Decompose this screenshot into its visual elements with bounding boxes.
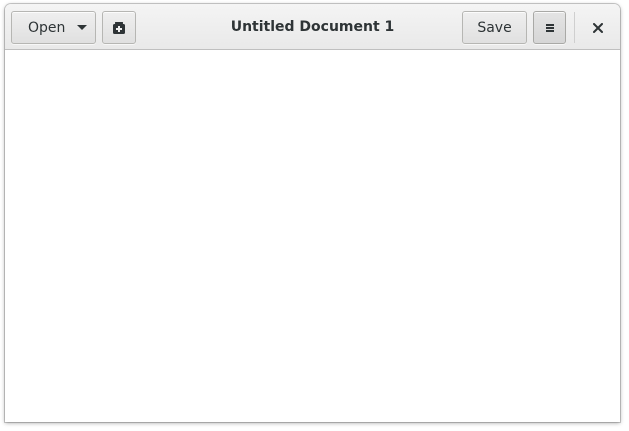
hamburger-menu-icon [545,23,554,32]
new-tab-icon [113,21,125,34]
open-button[interactable]: Open [11,11,96,44]
app-window: Open Untitled Document 1 Save [5,4,620,422]
open-button-label: Open [28,19,66,36]
header-separator [574,12,575,43]
close-button[interactable] [582,11,613,44]
new-document-button[interactable] [102,11,136,44]
chevron-down-icon [77,25,88,30]
menu-button[interactable] [533,11,566,44]
text-editor-area[interactable] [5,50,620,422]
close-icon [592,22,603,33]
header-bar: Open Untitled Document 1 Save [5,4,620,50]
window-title: Untitled Document 1 [230,19,395,35]
save-button[interactable]: Save [462,11,527,44]
